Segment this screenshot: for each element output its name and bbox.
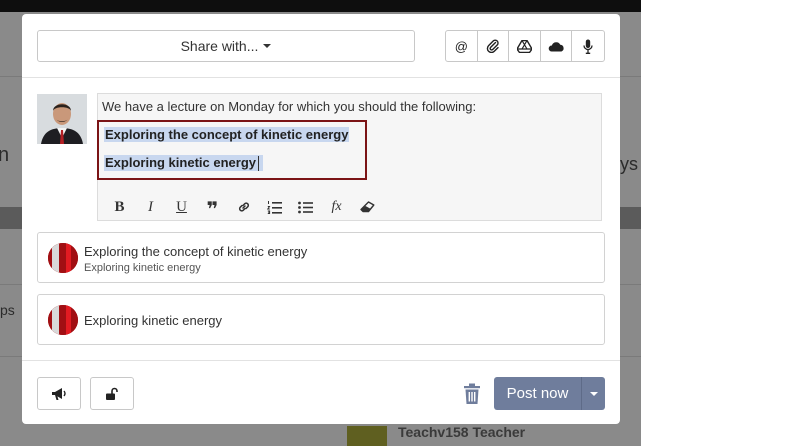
attachment-toolbar: @	[445, 30, 605, 62]
lock-toggle-button[interactable]	[90, 377, 134, 410]
bullet-list-icon	[298, 201, 313, 213]
formula-button[interactable]: fx	[321, 198, 352, 216]
link-button[interactable]	[228, 198, 259, 216]
onedrive-button[interactable]	[541, 31, 573, 61]
header-divider	[22, 77, 620, 78]
post-button-group: Post now	[494, 377, 605, 410]
clear-format-button[interactable]	[352, 198, 383, 216]
post-editor[interactable]: We have a lecture on Monday for which yo…	[97, 93, 602, 221]
background-teacher-name: Teachv158 Teacher	[398, 424, 526, 440]
background-text: ys	[620, 154, 638, 174]
chevron-down-icon	[589, 391, 598, 396]
user-avatar	[37, 94, 87, 144]
at-icon: @	[454, 38, 468, 54]
editor-text: We have a lecture on Monday for which yo…	[102, 99, 477, 114]
selected-line: Exploring the concept of kinetic energy	[104, 127, 350, 142]
background-topbar	[0, 0, 641, 12]
microphone-icon	[583, 39, 593, 54]
highlighted-selection: Exploring the concept of kinetic energy …	[97, 120, 367, 180]
resource-thumbnail	[48, 305, 78, 335]
resource-title: Exploring kinetic energy	[84, 313, 223, 328]
post-now-button[interactable]: Post now	[494, 377, 581, 410]
background-text: ps	[0, 302, 15, 318]
background-text: n	[0, 144, 10, 166]
chevron-down-icon	[263, 44, 272, 48]
footer-divider	[22, 360, 620, 361]
selected-line: Exploring kinetic energy	[104, 155, 263, 172]
announce-button[interactable]	[37, 377, 81, 410]
trash-icon	[464, 383, 480, 404]
attach-file-button[interactable]	[478, 31, 510, 61]
paperclip-icon	[486, 39, 499, 53]
megaphone-icon	[52, 387, 66, 400]
background-thumbnail	[347, 426, 387, 446]
post-options-button[interactable]	[581, 377, 605, 410]
bullet-list-button[interactable]	[290, 198, 321, 216]
bold-button[interactable]: B	[104, 198, 135, 216]
onedrive-icon	[548, 41, 564, 51]
resource-title: Exploring the concept of kinetic energy	[84, 244, 308, 259]
quote-button[interactable]: ❞	[197, 198, 228, 221]
italic-button[interactable]: I	[135, 198, 166, 216]
resource-subtitle: Exploring kinetic energy	[84, 262, 201, 274]
record-audio-button[interactable]	[572, 31, 604, 61]
underline-icon: U	[176, 198, 187, 215]
post-composer-modal: Share with... @ We have a lecture on Mon…	[22, 14, 620, 424]
resource-suggestion[interactable]: Exploring kinetic energy	[37, 294, 605, 345]
text-cursor	[258, 156, 259, 172]
link-icon	[238, 202, 249, 212]
formula-icon: fx	[331, 199, 342, 214]
eraser-icon	[360, 201, 375, 213]
share-with-label: Share with...	[180, 38, 259, 54]
format-toolbar: B I U ❞ fx	[104, 198, 383, 221]
resource-suggestion[interactable]: Exploring the concept of kinetic energy …	[37, 232, 605, 283]
mention-button[interactable]: @	[446, 31, 478, 61]
bold-icon: B	[114, 198, 125, 215]
underline-button[interactable]: U	[166, 198, 197, 216]
delete-button[interactable]	[462, 383, 482, 405]
share-with-dropdown[interactable]: Share with...	[37, 30, 415, 62]
google-drive-icon	[517, 39, 533, 53]
italic-icon: I	[148, 198, 153, 215]
numbered-list-button[interactable]	[259, 198, 290, 216]
resource-thumbnail	[48, 243, 78, 273]
numbered-list-icon	[267, 201, 282, 214]
google-drive-button[interactable]	[509, 31, 541, 61]
unlock-icon	[106, 387, 118, 400]
quote-icon: ❞	[206, 199, 219, 221]
